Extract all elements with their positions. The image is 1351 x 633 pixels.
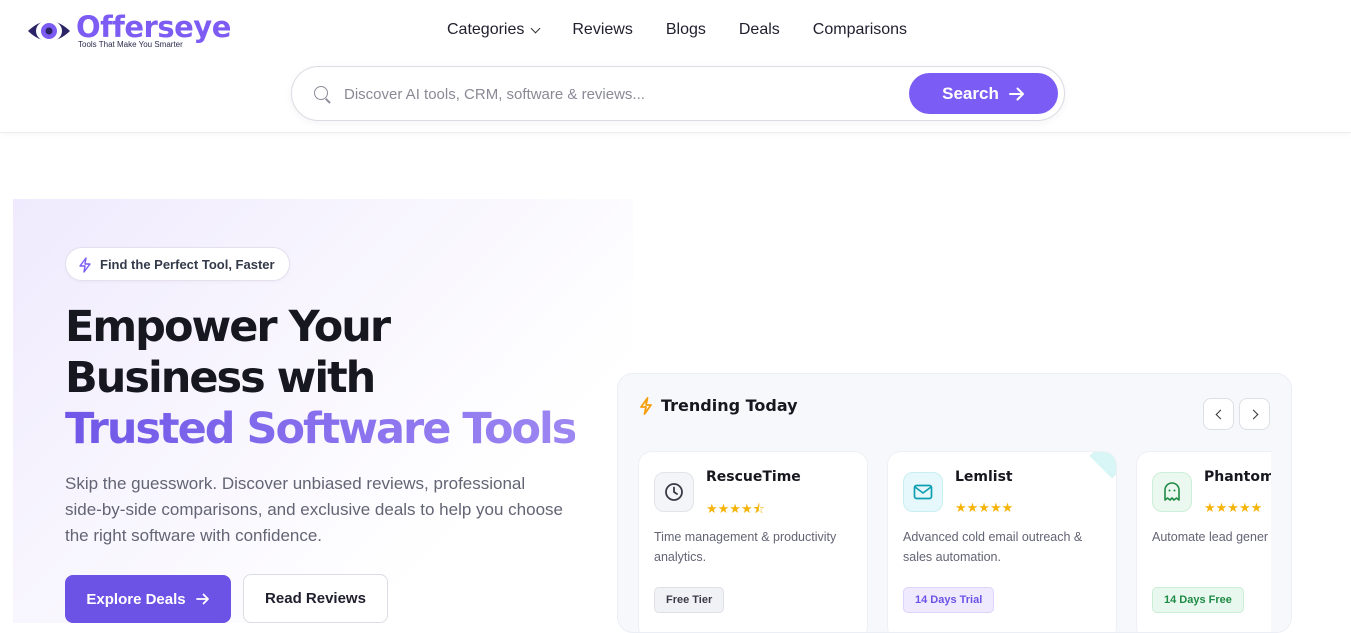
clock-icon <box>654 472 694 512</box>
nav-comparisons-label: Comparisons <box>812 21 908 38</box>
search-bar: Search <box>291 66 1065 121</box>
read-reviews-label: Read Reviews <box>265 590 366 607</box>
chevron-down-icon <box>530 23 541 33</box>
lightning-icon <box>640 396 652 415</box>
star-rating: ★★★★⯪ <box>706 501 765 516</box>
lightning-icon <box>79 257 91 273</box>
tool-card[interactable]: Phantom ★★★★★ Automate lead gener extrac… <box>1136 451 1271 632</box>
nav-deals-label: Deals <box>738 21 780 38</box>
carousel-prev-button[interactable] <box>1203 398 1234 430</box>
star-rating: ★★★★★ <box>1204 500 1263 515</box>
search-button[interactable]: Search <box>909 73 1058 114</box>
hero-badge-label: Find the Perfect Tool, Faster <box>100 256 275 272</box>
arrow-right-icon <box>1008 87 1024 100</box>
hero-headline: Empower Your Business with Trusted Softw… <box>65 302 577 455</box>
eye-logo-icon <box>26 13 72 49</box>
tool-card[interactable]: RescueTime ★★★★⯪ Time management & produ… <box>638 451 868 632</box>
arrow-right-icon <box>195 593 209 605</box>
nav-comparisons[interactable]: Comparisons <box>813 20 907 40</box>
offer-tag: 14 Days Trial <box>903 587 995 613</box>
explore-deals-button[interactable]: Explore Deals <box>65 575 231 623</box>
chevron-left-icon <box>1215 409 1225 419</box>
brand-logo[interactable]: Offerseye Tools That Make You Smarter <box>26 12 231 49</box>
trending-panel: Trending Today RescueTime ★★★★⯪ Time man… <box>617 373 1292 633</box>
chevron-right-icon <box>1248 409 1258 419</box>
mail-icon <box>903 472 943 512</box>
nav-deals[interactable]: Deals <box>739 20 780 40</box>
trending-carousel: RescueTime ★★★★⯪ Time management & produ… <box>638 451 1271 632</box>
search-input[interactable] <box>344 82 884 106</box>
nav-blogs[interactable]: Blogs <box>666 20 706 40</box>
headline-accent: Trusted Software Tools <box>65 404 577 454</box>
nav-categories-label: Categories <box>447 21 525 38</box>
tool-name: Lemlist <box>955 469 1013 485</box>
carousel-next-button[interactable] <box>1239 398 1270 430</box>
card-corner-accent <box>1089 452 1116 479</box>
explore-deals-label: Explore Deals <box>86 590 186 608</box>
tool-name: RescueTime <box>706 469 801 485</box>
tool-name: Phantom <box>1204 469 1271 485</box>
headline-line-2: Business with <box>65 353 376 403</box>
hero-subtext: Skip the guesswork. Discover unbiased re… <box>65 474 563 545</box>
trending-header: Trending Today <box>639 396 798 415</box>
main-nav: Categories Reviews Blogs Deals Compariso… <box>447 20 907 40</box>
nav-categories[interactable]: Categories <box>447 20 541 40</box>
offer-tag: Free Tier <box>654 587 725 613</box>
offer-tag: 14 Days Free <box>1152 587 1244 613</box>
brand-name: Offerseye <box>76 10 231 44</box>
tool-description: Advanced cold email outreach & sales aut… <box>903 530 1083 564</box>
trending-title: Trending Today <box>661 396 798 415</box>
ghost-icon <box>1152 472 1192 512</box>
search-icon <box>314 86 328 100</box>
tool-card[interactable]: Lemlist ★★★★★ Advanced cold email outrea… <box>887 451 1117 632</box>
read-reviews-button[interactable]: Read Reviews <box>243 574 388 623</box>
nav-reviews[interactable]: Reviews <box>572 20 632 40</box>
site-header: Offerseye Tools That Make You Smarter Ca… <box>0 0 1351 133</box>
star-rating: ★★★★★ <box>955 500 1014 515</box>
tool-description: Time management & productivity analytics… <box>654 530 837 564</box>
hero-badge: Find the Perfect Tool, Faster <box>65 247 290 281</box>
search-button-label: Search <box>942 83 999 103</box>
nav-blogs-label: Blogs <box>665 21 706 38</box>
nav-reviews-label: Reviews <box>572 21 633 38</box>
tool-description: Automate lead gener extraction. <box>1152 530 1271 544</box>
headline-line-1: Empower Your <box>65 302 391 352</box>
brand-tagline: Tools That Make You Smarter <box>78 40 183 49</box>
